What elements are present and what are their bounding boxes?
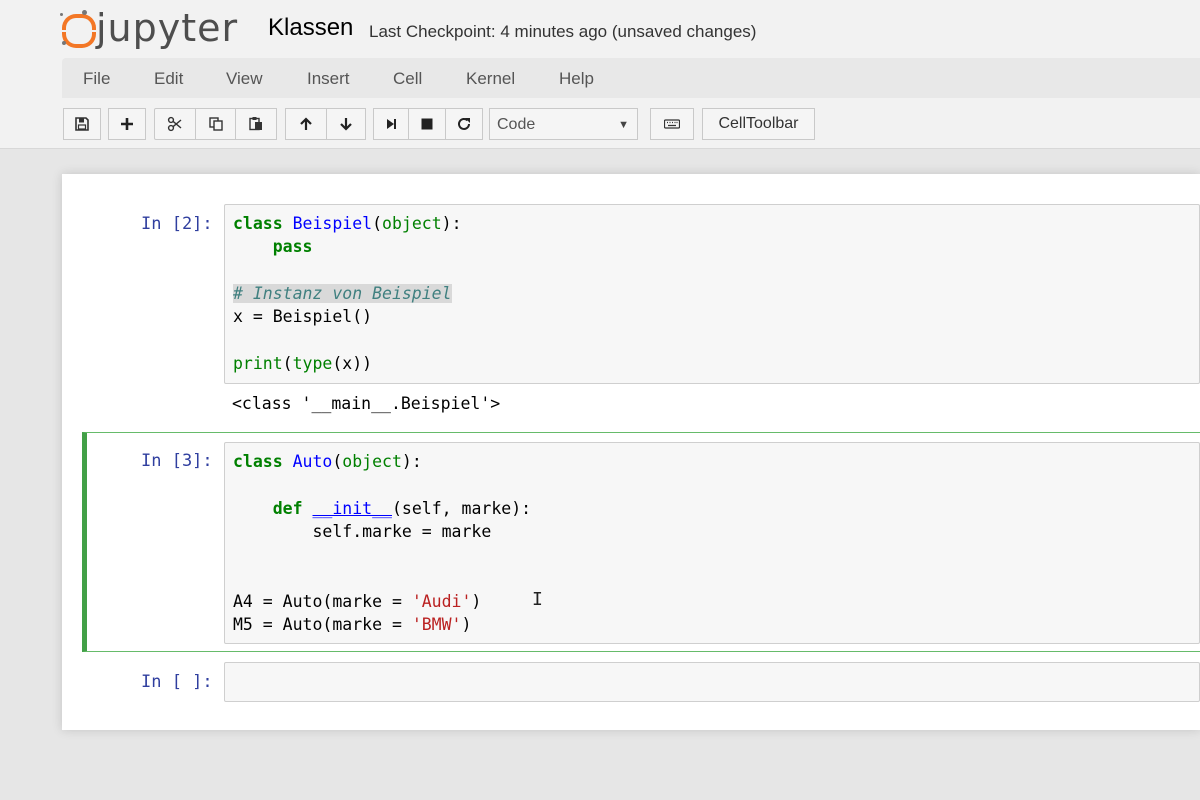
code-cell-input[interactable]: class Auto(object): def __init__(self, m…	[224, 442, 1200, 644]
code-string: 'Audi'	[411, 591, 472, 611]
code-editor[interactable]: class Beispiel(object): pass # Instanz v…	[233, 212, 462, 375]
menu-edit[interactable]: Edit	[154, 58, 183, 98]
restart-kernel-button[interactable]	[445, 108, 483, 140]
menu-help[interactable]: Help	[559, 58, 594, 98]
notebook-name[interactable]: Klassen	[268, 14, 353, 42]
code-string: 'BMW'	[411, 615, 462, 635]
toolbar: Code ▼ CellToolbar	[62, 106, 1200, 142]
code-token: type	[292, 353, 333, 373]
logo-text: jupyter	[96, 6, 239, 50]
step-forward-icon	[387, 119, 396, 129]
cell-prompt: In [ ]:	[141, 672, 213, 692]
cell-output: <class '__main__.Beispiel'>	[232, 394, 501, 413]
code-comment: # Instanz von Beispiel	[233, 283, 452, 303]
copy-button[interactable]	[195, 108, 236, 140]
code-cell-input[interactable]	[224, 662, 1200, 702]
code-line: x = Beispiel()	[233, 307, 373, 327]
restart-icon	[458, 117, 470, 130]
insert-cell-button[interactable]	[108, 108, 146, 140]
arrow-down-icon	[340, 118, 352, 131]
paste-button[interactable]	[235, 108, 277, 140]
jupyter-logo[interactable]: jupyter	[60, 6, 238, 50]
notebook-container: In [2]: class Beispiel(object): pass # I…	[62, 174, 1200, 730]
run-cell-button[interactable]	[373, 108, 409, 140]
code-token: Beispiel	[292, 214, 373, 233]
checkpoint-status: Last Checkpoint: 4 minutes ago (unsaved …	[369, 22, 757, 41]
celltoolbar-button[interactable]: CellToolbar	[702, 108, 815, 140]
code-token: Auto	[292, 452, 333, 471]
menu-file[interactable]: File	[83, 58, 110, 98]
menu-cell[interactable]: Cell	[393, 58, 422, 98]
cut-button[interactable]	[154, 108, 196, 140]
code-cell-input[interactable]: class Beispiel(object): pass # Instanz v…	[224, 204, 1200, 384]
cell-prompt: In [3]:	[141, 451, 213, 471]
interrupt-kernel-button[interactable]	[408, 108, 446, 140]
menu-insert[interactable]: Insert	[307, 58, 350, 98]
save-button[interactable]	[63, 108, 101, 140]
cell-type-select[interactable]: Code ▼	[489, 108, 638, 140]
command-palette-button[interactable]	[650, 108, 694, 140]
save-icon	[75, 117, 89, 131]
plus-icon	[121, 118, 133, 130]
stop-icon	[421, 118, 433, 130]
caret-down-icon: ▼	[618, 119, 629, 131]
copy-icon	[208, 117, 223, 131]
move-down-button[interactable]	[326, 108, 366, 140]
code-token: class	[233, 214, 283, 233]
menu-view[interactable]: View	[226, 58, 263, 98]
code-token: def	[272, 498, 303, 518]
move-up-button[interactable]	[285, 108, 327, 140]
menu-kernel[interactable]: Kernel	[466, 58, 515, 98]
cell-prompt: In [2]:	[141, 214, 213, 234]
text-cursor-icon: I	[532, 589, 543, 610]
code-token: class	[233, 452, 283, 471]
code-token: pass	[272, 237, 313, 257]
code-token: __init__	[312, 498, 392, 518]
menubar: File Edit View Insert Cell Kernel Help	[62, 58, 1200, 98]
code-token: object	[382, 214, 442, 233]
arrow-up-icon	[300, 117, 312, 130]
cell-type-value: Code	[497, 116, 536, 133]
code-token: print	[233, 353, 283, 373]
scissors-icon	[167, 116, 182, 132]
code-editor[interactable]: class Auto(object): def __init__(self, m…	[233, 450, 531, 636]
notebook-header: jupyter Klassen Last Checkpoint: 4 minut…	[0, 0, 1200, 149]
paste-icon	[249, 117, 262, 131]
keyboard-icon	[664, 119, 680, 129]
code-token: object	[342, 452, 402, 471]
jupyter-logo-icon	[60, 10, 96, 48]
